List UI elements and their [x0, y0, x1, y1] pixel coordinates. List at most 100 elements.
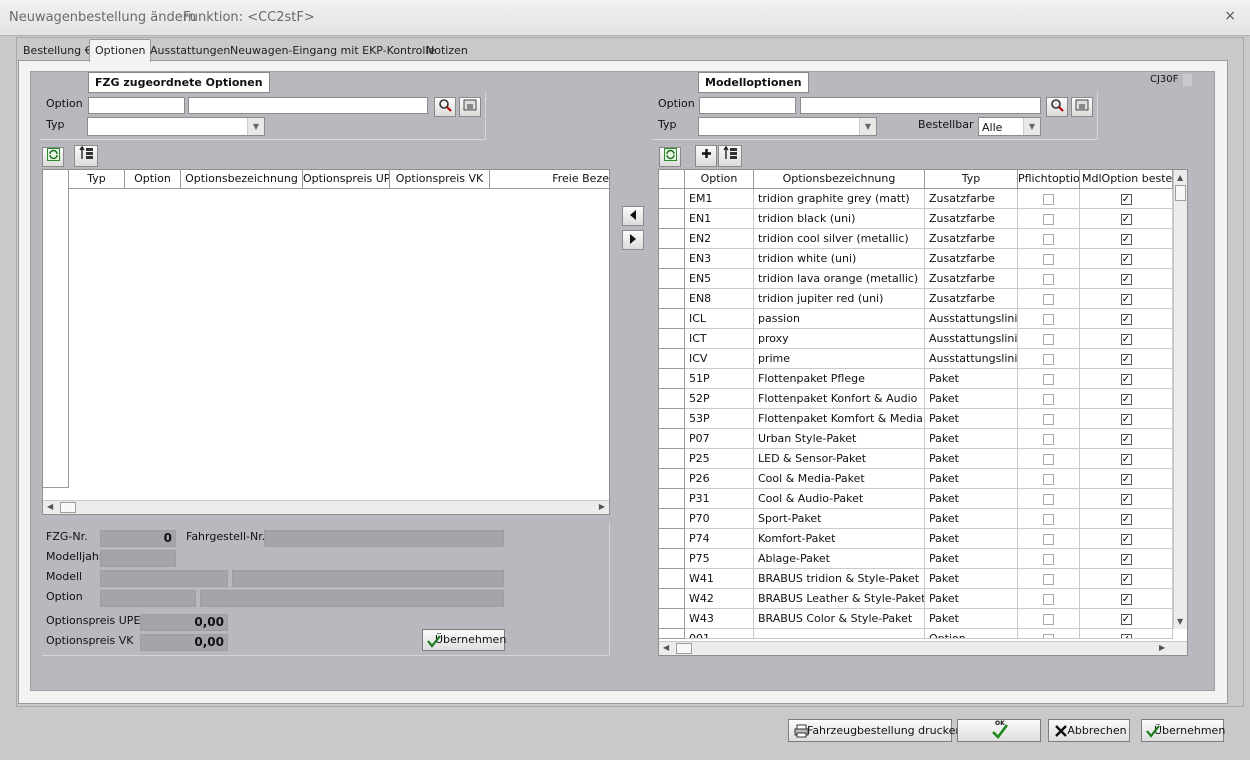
- cell-typ[interactable]: Paket: [925, 409, 1018, 429]
- cell-pflicht[interactable]: [1018, 629, 1080, 639]
- cell-pflicht[interactable]: [1018, 609, 1080, 629]
- left-clear-button[interactable]: [459, 97, 481, 117]
- cell-option[interactable]: EN2: [685, 229, 754, 249]
- right-search-button[interactable]: [1046, 97, 1068, 117]
- model-options-grid[interactable]: Option Optionsbezeichnung Typ Pflichtopt…: [658, 169, 1188, 656]
- cell-typ[interactable]: Zusatzfarbe: [925, 289, 1018, 309]
- bestellbar-checkbox[interactable]: ✓: [1120, 393, 1132, 405]
- tab-ausstattungen[interactable]: Ausstattungen: [145, 41, 235, 61]
- cell-typ[interactable]: Ausstattungslinie: [925, 349, 1018, 369]
- cell-bestellbar[interactable]: ✓: [1080, 429, 1173, 449]
- cell-name[interactable]: tridion graphite grey (matt): [754, 189, 925, 209]
- pflichtoption-checkbox[interactable]: [1043, 473, 1054, 485]
- cell-pflicht[interactable]: [1018, 329, 1080, 349]
- bestellbar-checkbox[interactable]: ✓: [1120, 633, 1132, 638]
- pflichtoption-checkbox[interactable]: [1043, 293, 1054, 305]
- tab-bestellung[interactable]: Bestellung €: [18, 41, 97, 61]
- row-selector[interactable]: [659, 529, 685, 549]
- cell-pflicht[interactable]: [1018, 569, 1080, 589]
- cell-name[interactable]: passion: [754, 309, 925, 329]
- pflichtoption-checkbox[interactable]: [1043, 633, 1054, 638]
- cell-option[interactable]: 52P: [685, 389, 754, 409]
- cell-name[interactable]: tridion white (uni): [754, 249, 925, 269]
- tab-neuwagen-eingang[interactable]: Neuwagen-Eingang mit EKP-Kontrolle: [225, 41, 440, 61]
- left-refresh-button[interactable]: [42, 147, 64, 167]
- cell-bestellbar[interactable]: ✓: [1080, 409, 1173, 429]
- row-selector[interactable]: [659, 549, 685, 569]
- bestellbar-checkbox[interactable]: ✓: [1120, 293, 1132, 305]
- cell-name[interactable]: BRABUS tridion & Style-Paket: [754, 569, 925, 589]
- cell-pflicht[interactable]: [1018, 309, 1080, 329]
- cell-name[interactable]: Ablage-Paket: [754, 549, 925, 569]
- cell-typ[interactable]: Paket: [925, 609, 1018, 629]
- bestellbar-checkbox[interactable]: ✓: [1120, 613, 1132, 625]
- cell-pflicht[interactable]: [1018, 229, 1080, 249]
- bestellbar-checkbox[interactable]: ✓: [1120, 313, 1132, 325]
- apply-button[interactable]: Übernehmen: [1141, 719, 1225, 742]
- cell-bestellbar[interactable]: ✓: [1080, 349, 1173, 369]
- row-selector[interactable]: [659, 389, 685, 409]
- cell-option[interactable]: P25: [685, 449, 754, 469]
- cell-typ[interactable]: Ausstattungslinie: [925, 329, 1018, 349]
- cell-pflicht[interactable]: [1018, 189, 1080, 209]
- row-selector[interactable]: [659, 289, 685, 309]
- cell-option[interactable]: 51P: [685, 369, 754, 389]
- bestellbar-checkbox[interactable]: ✓: [1120, 473, 1132, 485]
- bestellbar-checkbox[interactable]: ✓: [1120, 213, 1132, 225]
- cell-name[interactable]: tridion black (uni): [754, 209, 925, 229]
- left-options-grid[interactable]: Typ Option Optionsbezeichnung Optionspre…: [42, 169, 610, 515]
- cell-typ[interactable]: Zusatzfarbe: [925, 189, 1018, 209]
- cell-bestellbar[interactable]: ✓: [1080, 529, 1173, 549]
- cell-typ[interactable]: Paket: [925, 509, 1018, 529]
- cell-bestellbar[interactable]: ✓: [1080, 369, 1173, 389]
- cell-name[interactable]: Komfort-Paket: [754, 529, 925, 549]
- col-header-optionspreis-vk[interactable]: Optionspreis VK: [390, 170, 490, 189]
- cell-option[interactable]: 53P: [685, 409, 754, 429]
- row-selector[interactable]: [659, 229, 685, 249]
- bestellbar-checkbox[interactable]: ✓: [1120, 193, 1132, 205]
- cell-bestellbar[interactable]: ✓: [1080, 309, 1173, 329]
- cell-option[interactable]: P26: [685, 469, 754, 489]
- row-selector[interactable]: [659, 329, 685, 349]
- cell-bestellbar[interactable]: ✓: [1080, 389, 1173, 409]
- row-selector[interactable]: [659, 269, 685, 289]
- pflichtoption-checkbox[interactable]: [1043, 193, 1054, 205]
- scroll-down-icon[interactable]: ▼: [1177, 617, 1183, 626]
- cell-option[interactable]: EN8: [685, 289, 754, 309]
- scroll-up-icon[interactable]: ▲: [1177, 173, 1183, 182]
- bestellbar-checkbox[interactable]: ✓: [1120, 273, 1132, 285]
- left-option-desc-input[interactable]: [188, 97, 428, 114]
- cell-name[interactable]: BRABUS Leather & Style-Paket: [754, 589, 925, 609]
- pflichtoption-checkbox[interactable]: [1043, 433, 1054, 445]
- cell-name[interactable]: tridion lava orange (metallic): [754, 269, 925, 289]
- right-sort-button[interactable]: [718, 145, 742, 167]
- cell-typ[interactable]: Paket: [925, 369, 1018, 389]
- cell-pflicht[interactable]: [1018, 249, 1080, 269]
- cell-name[interactable]: Cool & Audio-Paket: [754, 489, 925, 509]
- scroll-right-icon[interactable]: ▶: [599, 502, 605, 511]
- pflichtoption-checkbox[interactable]: [1043, 413, 1054, 425]
- cell-bestellbar[interactable]: ✓: [1080, 229, 1173, 249]
- cell-option[interactable]: P74: [685, 529, 754, 549]
- bestellbar-checkbox[interactable]: ✓: [1120, 553, 1132, 565]
- cell-option[interactable]: P31: [685, 489, 754, 509]
- cell-pflicht[interactable]: [1018, 509, 1080, 529]
- cell-typ[interactable]: Paket: [925, 449, 1018, 469]
- cell-typ[interactable]: Zusatzfarbe: [925, 269, 1018, 289]
- cell-bestellbar[interactable]: ✓: [1080, 329, 1173, 349]
- bestellbar-checkbox[interactable]: ✓: [1120, 233, 1132, 245]
- cell-pflicht[interactable]: [1018, 409, 1080, 429]
- pflichtoption-checkbox[interactable]: [1043, 333, 1054, 345]
- left-sort-button[interactable]: [74, 145, 98, 167]
- row-selector[interactable]: [659, 369, 685, 389]
- col-header-typ[interactable]: Typ: [925, 170, 1018, 189]
- col-header-option[interactable]: Option: [685, 170, 754, 189]
- cell-option[interactable]: ICL: [685, 309, 754, 329]
- pflichtoption-checkbox[interactable]: [1043, 573, 1054, 585]
- cell-pflicht[interactable]: [1018, 209, 1080, 229]
- scroll-thumb[interactable]: [60, 502, 76, 513]
- pflichtoption-checkbox[interactable]: [1043, 453, 1054, 465]
- cell-typ[interactable]: Paket: [925, 489, 1018, 509]
- cell-option[interactable]: P70: [685, 509, 754, 529]
- cell-option[interactable]: 001: [685, 629, 754, 639]
